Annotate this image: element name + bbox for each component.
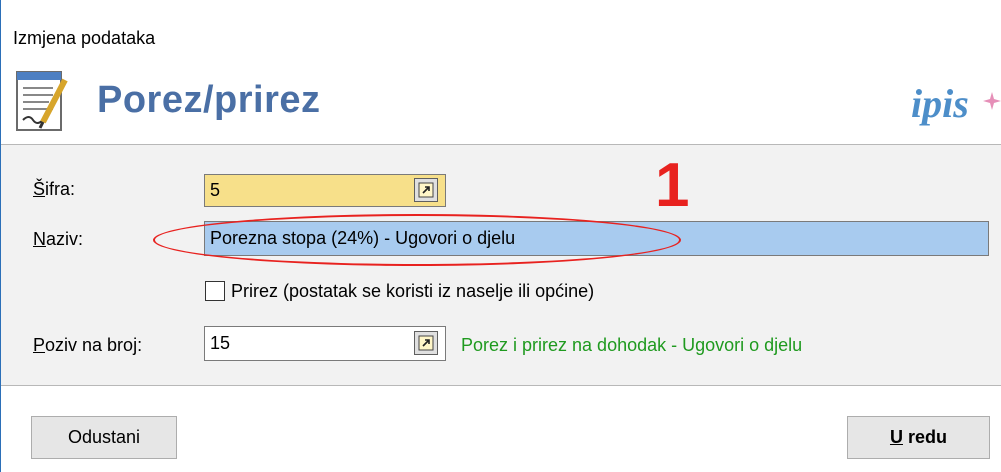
sifra-value: 5 bbox=[210, 180, 221, 200]
naziv-label-text: aziv: bbox=[46, 229, 84, 249]
naziv-label: Naziv: bbox=[33, 229, 84, 249]
document-edit-icon bbox=[16, 71, 68, 131]
logo-star-icon bbox=[983, 92, 1001, 110]
poziv-label: Poziv na broj: bbox=[33, 335, 143, 355]
annotation-number: 1 bbox=[655, 151, 690, 220]
poziv-value: 15 bbox=[210, 333, 231, 353]
dialog-heading: Porez/prirez bbox=[97, 79, 321, 121]
ipis-logo: ipis bbox=[911, 81, 969, 126]
poziv-label-text: oziv na broj: bbox=[45, 335, 143, 355]
ok-button-text: redu bbox=[902, 427, 947, 447]
dialog-window: Izmjena podataka Porez/prirez ipis Šifra… bbox=[0, 0, 1001, 472]
sifra-input[interactable]: 5 bbox=[204, 174, 446, 207]
cancel-button[interactable]: Odustani bbox=[31, 416, 177, 459]
naziv-input[interactable]: Porezna stopa (24%) - Ugovori o djelu bbox=[204, 221, 989, 256]
sifra-lookup-button[interactable] bbox=[414, 178, 438, 202]
prirez-checkbox-label: Prirez (postatak se koristi iz naselje i… bbox=[231, 281, 595, 301]
sifra-label: Šifra: bbox=[33, 179, 76, 199]
window-title: Izmjena podataka bbox=[13, 28, 156, 48]
footer-separator bbox=[1, 385, 1001, 386]
naziv-value: Porezna stopa (24%) - Ugovori o djelu bbox=[210, 228, 516, 248]
poziv-input[interactable]: 15 bbox=[204, 326, 446, 361]
lookup-icon bbox=[418, 182, 434, 198]
ok-button[interactable]: U redu bbox=[847, 416, 990, 459]
sifra-label-text: ifra: bbox=[45, 179, 76, 199]
poziv-description: Porez i prirez na dohodak - Ugovori o dj… bbox=[461, 335, 803, 355]
prirez-checkbox[interactable] bbox=[205, 281, 225, 301]
poziv-lookup-button[interactable] bbox=[414, 331, 438, 355]
lookup-icon bbox=[418, 335, 434, 351]
